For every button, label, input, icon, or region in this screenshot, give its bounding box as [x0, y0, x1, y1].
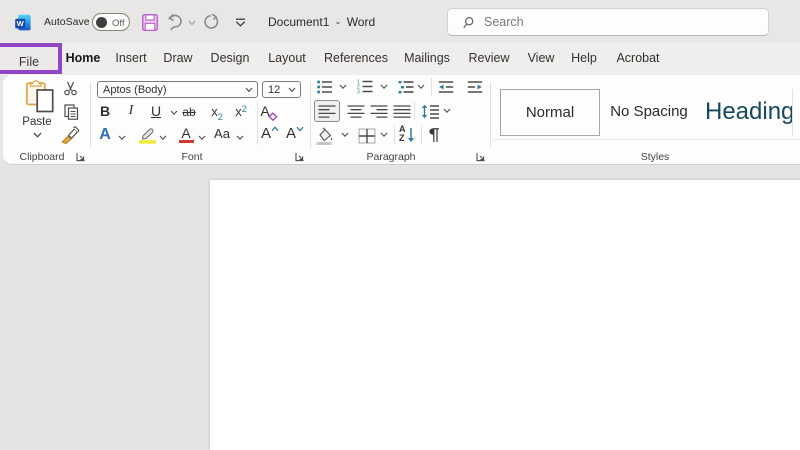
svg-text:3: 3 [357, 90, 360, 95]
svg-text:W: W [17, 19, 25, 28]
